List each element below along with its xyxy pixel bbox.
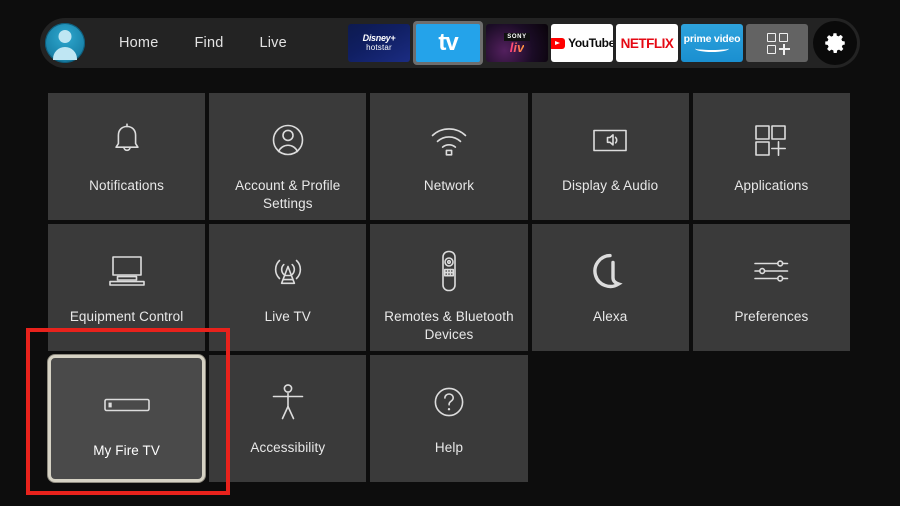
app-tile-more-apps[interactable] — [746, 24, 808, 62]
nav-links: Home Find Live — [85, 31, 289, 55]
broadcast-tower-icon — [267, 248, 309, 294]
tile-preferences[interactable]: Preferences — [692, 224, 850, 351]
youtube-play-icon — [551, 37, 566, 49]
tile-label: Preferences — [734, 309, 809, 324]
nav-item-live[interactable]: Live — [258, 31, 289, 55]
tile-display-audio[interactable]: Display & Audio — [531, 93, 689, 220]
nav-item-home[interactable]: Home — [117, 31, 160, 55]
app-grid-plus-icon — [751, 117, 791, 163]
tile-accessibility[interactable]: Accessibility — [209, 355, 367, 482]
nav-item-find[interactable]: Find — [192, 31, 225, 55]
app-tile-netflix[interactable]: NETFLIX — [616, 24, 678, 62]
fire-tv-settings-screen: Home Find Live Disney+ hotstar tv SONY l… — [0, 0, 900, 506]
tile-network[interactable]: Network — [370, 93, 528, 220]
gear-icon — [825, 33, 846, 53]
tile-label: Remotes & Bluetooth Devices — [384, 309, 514, 342]
tv-soundbar-icon — [104, 248, 150, 294]
remote-icon — [436, 248, 462, 294]
app-tile-youtube[interactable]: YouTube — [551, 24, 613, 62]
tile-applications[interactable]: Applications — [692, 93, 850, 220]
wifi-icon — [428, 117, 470, 163]
netflix-wordmark: NETFLIX — [620, 35, 674, 51]
alexa-ring-icon — [591, 248, 629, 294]
apple-tv-wordmark: tv — [438, 29, 458, 56]
tile-label: My Fire TV — [93, 443, 160, 458]
app-tile-sony-liv[interactable]: SONY liv — [486, 24, 548, 62]
tile-label: Alexa — [593, 309, 628, 324]
bell-icon — [109, 117, 145, 163]
app-tile-apple-tv[interactable]: tv — [413, 21, 483, 65]
tile-remotes-bluetooth-devices[interactable]: Remotes & Bluetooth Devices — [370, 224, 528, 351]
top-navigation-bar: Home Find Live Disney+ hotstar tv SONY l… — [40, 18, 860, 68]
amazon-smile-icon — [694, 45, 729, 53]
hotstar-wordmark: hotstar — [366, 42, 392, 52]
tile-notifications[interactable]: Notifications — [48, 93, 206, 220]
avatar-head — [58, 30, 72, 43]
fire-tv-stick-icon — [102, 382, 152, 428]
tile-label: Help — [434, 440, 464, 455]
app-grid-plus-icon — [766, 32, 790, 55]
disney-wordmark: Disney+ — [362, 32, 396, 43]
tile-label: Equipment Control — [69, 309, 184, 324]
tile-live-tv[interactable]: Live TV — [209, 224, 367, 351]
tile-account-profile-settings[interactable]: Account & Profile Settings — [209, 93, 367, 220]
tile-my-fire-tv[interactable]: My Fire TV — [48, 355, 206, 482]
question-circle-icon — [430, 379, 468, 425]
prime-video-wordmark: prime video — [683, 32, 741, 45]
youtube-wordmark: YouTube — [568, 36, 613, 50]
app-tile-disney-hotstar[interactable]: Disney+ hotstar — [348, 24, 410, 62]
person-circle-icon — [268, 117, 308, 163]
accessibility-icon — [270, 379, 306, 425]
avatar-body — [53, 47, 77, 60]
app-tile-prime-video[interactable]: prime video — [681, 24, 743, 62]
settings-tile-grid: Notifications Account & Profile Settings — [48, 93, 850, 482]
apple-tv-logo: tv — [416, 24, 480, 62]
tile-equipment-control[interactable]: Equipment Control — [48, 224, 206, 351]
tile-label: Network — [423, 178, 475, 193]
grid-empty-cell — [532, 355, 689, 482]
tile-label: Account & Profile Settings — [235, 178, 341, 211]
grid-empty-cell — [693, 355, 850, 482]
profile-avatar[interactable] — [45, 23, 85, 63]
tile-alexa[interactable]: Alexa — [531, 224, 689, 351]
liv-wordmark: liv — [509, 39, 525, 55]
settings-gear-button[interactable] — [813, 21, 857, 65]
display-audio-icon — [588, 117, 632, 163]
tile-label: Notifications — [89, 178, 165, 193]
app-shortcut-rail: Disney+ hotstar tv SONY liv YouTube NETF… — [348, 21, 860, 65]
tile-label: Live TV — [264, 309, 311, 324]
tile-label: Display & Audio — [562, 178, 659, 193]
tile-help[interactable]: Help — [370, 355, 528, 482]
tile-label: Accessibility — [250, 440, 326, 455]
tile-label: Applications — [734, 178, 809, 193]
sliders-icon — [749, 248, 793, 294]
